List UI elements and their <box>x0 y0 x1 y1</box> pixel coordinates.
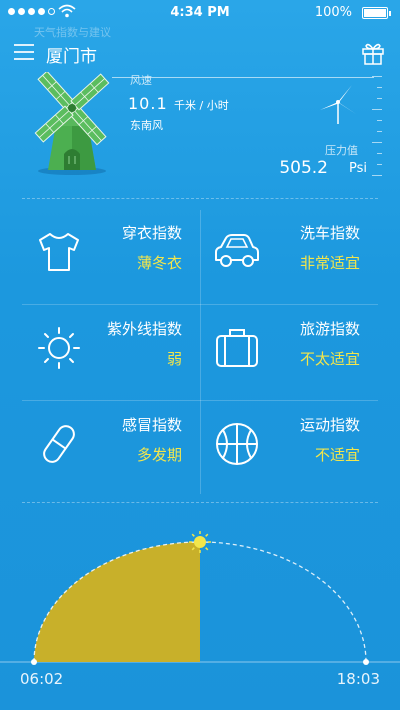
section-divider <box>22 198 378 199</box>
sunrise-time: 06:02 <box>20 670 64 688</box>
pressure-value: 505.2 <box>279 158 328 178</box>
index-label: 穿衣指数 <box>121 224 182 242</box>
pressure-unit: Psi <box>349 161 367 176</box>
sunset-marker <box>363 659 369 665</box>
index-cell-clothing[interactable]: 穿衣指数 薄冬衣 <box>22 210 200 304</box>
index-cell-uv[interactable]: 紫外线指数 弱 <box>22 306 200 400</box>
section-divider <box>22 502 378 503</box>
menu-icon[interactable] <box>14 44 34 60</box>
index-cell-cold[interactable]: 感冒指数 多发期 <box>22 402 200 496</box>
status-bar: 4:34 PM 100% <box>0 0 400 26</box>
index-value: 不太适宜 <box>299 350 360 368</box>
tshirt-icon <box>39 233 79 271</box>
pressure-scale <box>372 76 382 186</box>
wind-direction: 东南风 <box>130 119 163 132</box>
index-cell-travel[interactable]: 旅游指数 不太适宜 <box>200 306 378 400</box>
index-label: 紫外线指数 <box>106 320 182 338</box>
city-title[interactable]: 厦门市 <box>46 42 97 67</box>
pressure-label: 压力值 <box>325 144 358 157</box>
index-label: 旅游指数 <box>299 320 360 338</box>
index-label: 感冒指数 <box>121 416 182 434</box>
pill-icon <box>43 425 75 463</box>
nav-bar: 厦门市 <box>0 36 400 72</box>
sun-icon <box>38 327 80 369</box>
car-icon <box>215 234 259 267</box>
wind-pressure-panel: 风速 10.1 千米 / 小时 东南风 压力值 505.2 Psi <box>0 72 400 190</box>
battery-icon <box>362 7 391 19</box>
index-label: 洗车指数 <box>299 224 360 242</box>
basketball-icon <box>216 423 258 465</box>
daylight-elapsed-area <box>34 542 200 662</box>
gift-icon[interactable] <box>360 40 386 66</box>
wind-turbine-icon <box>320 85 356 124</box>
index-value: 不适宜 <box>314 446 360 464</box>
wind-speed-label: 风速 <box>130 74 152 87</box>
sunrise-marker <box>31 659 37 665</box>
suitcase-icon <box>216 329 258 367</box>
sunset-time: 18:03 <box>336 670 380 688</box>
index-value: 弱 <box>166 350 182 368</box>
battery-percent: 100% <box>314 5 352 20</box>
index-label: 运动指数 <box>299 416 360 434</box>
index-cell-sport[interactable]: 运动指数 不适宜 <box>200 402 378 496</box>
index-value: 薄冬衣 <box>136 254 182 272</box>
index-cell-carwash[interactable]: 洗车指数 非常适宜 <box>200 210 378 304</box>
wind-speed-value: 10.1 <box>128 94 168 113</box>
windmill-icon <box>34 72 110 175</box>
index-value: 非常适宜 <box>299 254 360 272</box>
wind-speed-unit: 千米 / 小时 <box>174 99 229 112</box>
lifestyle-index-grid: 穿衣指数 薄冬衣 洗车指数 非常适宜 紫外线指数 弱 旅游指数 不太适宜 感冒指… <box>22 210 378 494</box>
index-value: 多发期 <box>136 446 182 464</box>
